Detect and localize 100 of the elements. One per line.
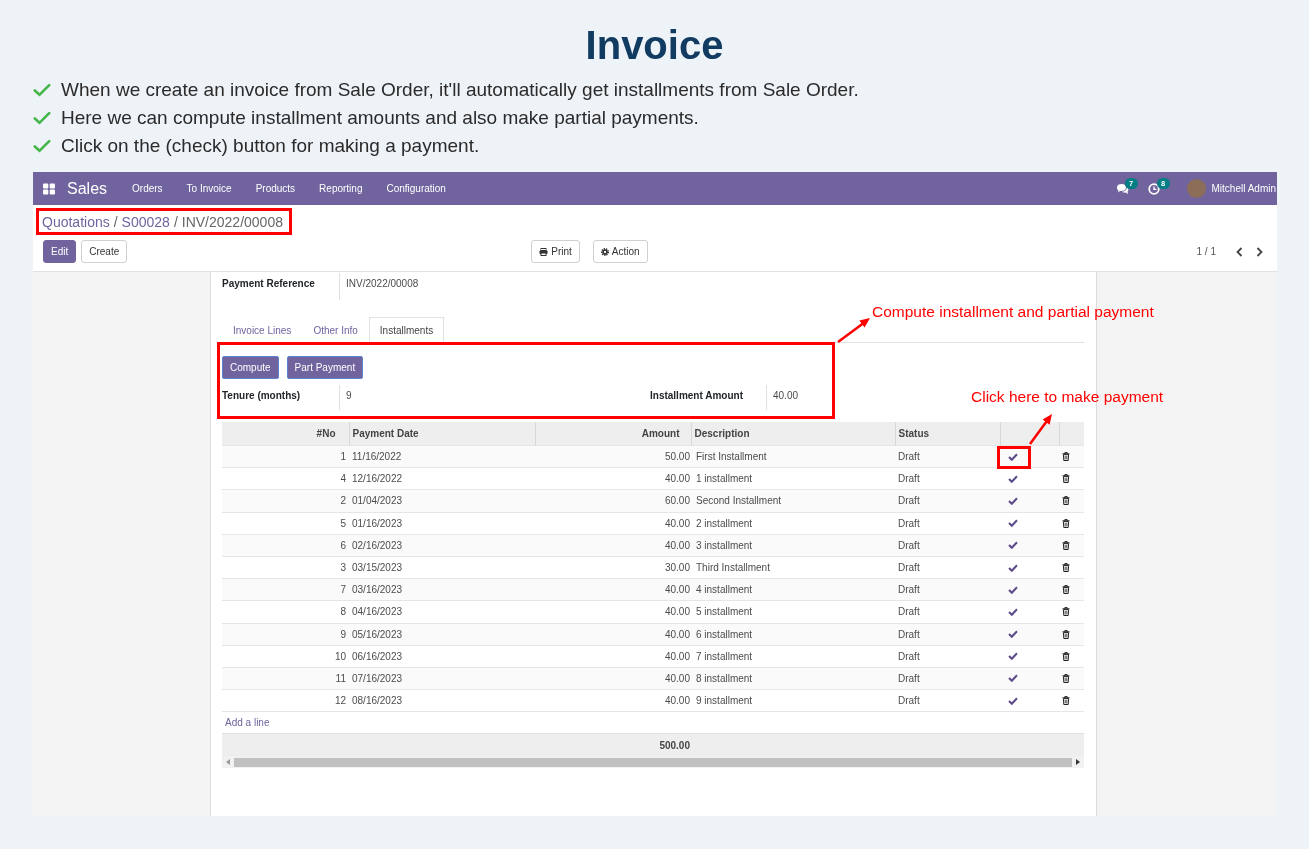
table-cell: Draft [895,667,1000,690]
apps-grid-icon[interactable] [43,182,55,195]
check-icon [33,111,51,125]
table-cell: 07/16/2023 [349,667,535,690]
scroll-right-icon[interactable] [1076,759,1080,766]
table-cell: 40.00 [535,534,691,557]
table-cell: 6 installment [691,623,895,646]
check-icon[interactable] [1008,585,1018,594]
app-name[interactable]: Sales [67,179,108,198]
user-name[interactable]: Mitchell Admin [1211,183,1276,194]
annotation-text: Compute installment and partial payment [872,303,1154,321]
tab[interactable]: Other Info [302,317,369,343]
field-value: 9 [346,390,352,401]
trash-icon[interactable] [1062,474,1070,484]
table-cell: Draft [895,623,1000,646]
table-cell: Draft [895,489,1000,513]
field-label: Tenure (months) [222,390,301,401]
column-header: Status [895,422,1000,446]
page-title: Invoice [585,22,724,68]
menu-item[interactable]: Products [243,172,308,205]
annotation-arrow [836,315,873,345]
check-icon[interactable] [1008,496,1018,505]
table-cell: Second Installment [691,489,895,513]
check-icon[interactable] [1008,607,1018,616]
table-cell: 9 [222,623,349,646]
create-button[interactable]: Create [81,240,128,263]
table-cell: 3 installment [691,534,895,557]
table-cell: 03/16/2023 [349,578,535,601]
table-cell: Draft [895,578,1000,601]
check-icon[interactable] [1008,652,1018,661]
trash-icon[interactable] [1062,629,1070,639]
trash-icon[interactable] [1062,673,1070,683]
check-icon[interactable] [1008,630,1018,639]
bullet-text: When we create an invoice from Sale Order, it'll automatically get installments from Sale Order. [61,79,859,101]
trash-icon[interactable] [1062,496,1070,506]
compute-button[interactable]: Compute [222,356,279,379]
clock-icon[interactable] [1147,182,1161,195]
trash-icon[interactable] [1062,651,1070,661]
table-cell: 7 [222,578,349,601]
column-header: Description [691,422,895,446]
chevron-left-icon[interactable] [1236,246,1243,257]
highlight-frame [997,446,1031,469]
column-header: #No [222,422,349,446]
menu-item[interactable]: Reporting [307,172,375,205]
chevron-right-icon[interactable] [1256,246,1263,257]
trash-icon[interactable] [1062,607,1070,617]
tab[interactable]: Invoice Lines [222,317,303,343]
trash-icon[interactable] [1062,540,1070,550]
annotation-text: Click here to make payment [971,388,1164,406]
check-icon[interactable] [1008,474,1018,483]
table-cell: 60.00 [535,489,691,513]
field-label: Payment Reference [222,278,315,289]
trash-icon[interactable] [1062,518,1070,528]
add-line-link[interactable]: Add a line [225,717,270,729]
check-icon [33,139,51,153]
edit-button[interactable]: Edit [43,240,77,263]
table-cell: 40.00 [535,578,691,601]
tab[interactable]: Installments [368,317,445,343]
breadcrumb-current: INV/2022/00008 [181,214,283,230]
breadcrumb-link[interactable]: S00028 [121,214,170,230]
table-cell: 40.00 [535,667,691,690]
check-icon [33,83,51,97]
table-cell: 8 installment [691,667,895,690]
scrollbar-thumb[interactable] [234,757,1072,767]
field-label: Installment Amount [650,390,743,401]
breadcrumb-link[interactable]: Quotations [42,214,110,230]
trash-icon[interactable] [1062,696,1070,706]
table-cell: 1 [222,445,349,468]
table-cell: 2 [222,489,349,513]
gear-icon [600,247,609,256]
trash-icon[interactable] [1062,585,1070,595]
table-cell: 40.00 [535,623,691,646]
menu-item[interactable]: Orders [120,172,175,205]
table-cell: 4 installment [691,578,895,601]
table-cell: Draft [895,445,1000,468]
table-cell: 6 [222,534,349,557]
part-payment-button[interactable]: Part Payment [286,356,364,379]
column-header: Amount [535,422,691,446]
check-icon[interactable] [1008,696,1018,705]
check-icon[interactable] [1008,674,1018,683]
field-value: 40.00 [773,390,799,401]
check-icon[interactable] [1008,563,1018,572]
menu-item[interactable]: Configuration [374,172,458,205]
table-cell: 11 [222,667,349,690]
menu-item[interactable]: To Invoice [174,172,244,205]
chat-icon[interactable] [1115,182,1129,195]
trash-icon[interactable] [1062,563,1070,573]
check-icon[interactable] [1008,541,1018,550]
table-cell: Draft [895,534,1000,557]
table-cell: 05/16/2023 [349,623,535,646]
trash-icon[interactable] [1062,452,1070,462]
printer-icon [539,247,549,256]
action-button[interactable]: Action [592,240,648,263]
bullet-text: Here we can compute installment amounts and also make partial payments. [61,107,699,129]
horizontal-scrollbar[interactable] [222,756,1084,769]
check-icon[interactable] [1008,452,1018,461]
check-icon[interactable] [1008,519,1018,528]
field-value: INV/2022/00008 [346,278,419,289]
print-button[interactable]: Print [531,240,580,263]
pager-counter: 1 / 1 [1196,246,1216,257]
